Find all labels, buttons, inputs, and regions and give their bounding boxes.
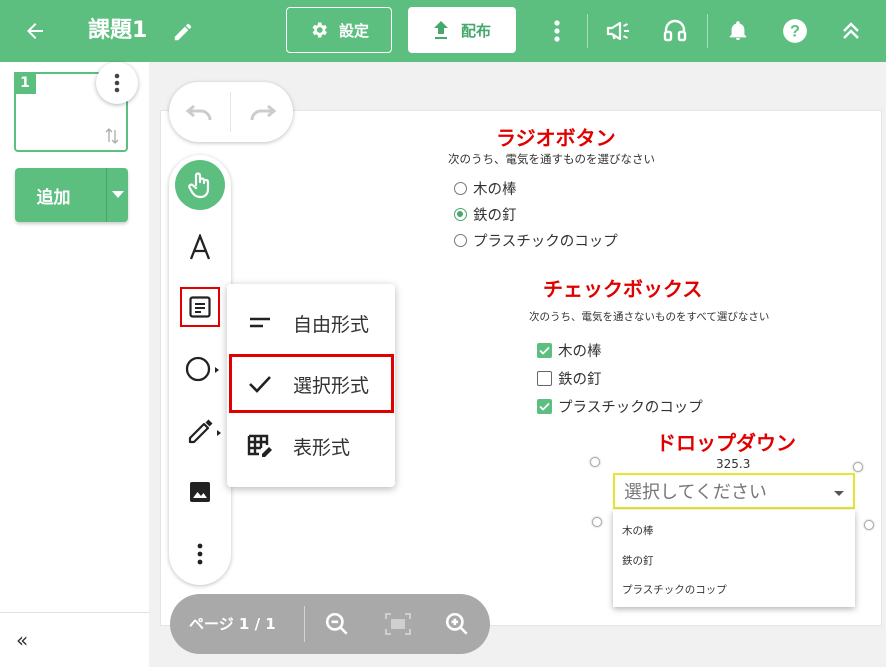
settings-button[interactable]: 設定 xyxy=(286,7,392,53)
page-indicator: ページ 1 / 1 xyxy=(189,615,276,633)
headset-icon[interactable] xyxy=(660,15,690,47)
dropdown-option[interactable]: 鉄の釘 xyxy=(622,553,654,568)
add-label: 追加 xyxy=(36,187,71,208)
dropdown-arrow-icon xyxy=(834,491,844,496)
radio-option[interactable]: プラスチックのコップ xyxy=(454,230,618,251)
radio-button[interactable] xyxy=(454,234,467,247)
checkbox-question: 次のうち、電気を通さないものをすべて選びなさい xyxy=(529,311,770,323)
page-number-badge: 1 xyxy=(14,72,36,94)
dropdown-options-list: 木の棒 鉄の釘 プラスチックのコップ xyxy=(613,510,855,607)
help-icon[interactable]: ? xyxy=(780,16,810,46)
toolbar-divider xyxy=(707,14,708,48)
gear-icon xyxy=(309,20,329,40)
table-edit-icon xyxy=(227,433,293,459)
zoom-divider xyxy=(304,606,305,642)
more-vertical-icon[interactable] xyxy=(542,16,572,46)
fit-screen-icon[interactable] xyxy=(384,612,412,640)
text-tool-icon[interactable] xyxy=(183,230,217,264)
dropdown-option[interactable]: 木の棒 xyxy=(622,523,654,538)
checkbox-option[interactable]: 鉄の釘 xyxy=(537,368,602,389)
radio-button[interactable] xyxy=(454,182,467,195)
radio-button-selected[interactable] xyxy=(454,208,467,221)
checkbox-option-label: プラスチックのコップ xyxy=(558,400,703,416)
radio-option-label: プラスチックのコップ xyxy=(473,234,618,250)
radio-option[interactable]: 鉄の釘 xyxy=(454,204,517,225)
dropdown-caret-icon[interactable] xyxy=(107,168,128,222)
toolbar-divider xyxy=(587,14,588,48)
zoom-in-icon[interactable] xyxy=(444,611,470,641)
shape-tool-icon[interactable] xyxy=(184,352,224,386)
collapse-up-icon[interactable] xyxy=(837,16,865,46)
form-tool-highlight xyxy=(180,287,220,327)
checkbox-option[interactable]: プラスチックのコップ xyxy=(537,396,703,417)
zoom-out-icon[interactable] xyxy=(324,611,350,641)
dropdown-placeholder: 選択してください xyxy=(624,482,767,503)
checkbox-heading: チェックボックス xyxy=(543,277,703,301)
edit-pencil-icon[interactable] xyxy=(168,17,198,47)
radio-question: 次のうち、電気を通すものを選びなさい xyxy=(448,152,655,166)
short-text-icon xyxy=(227,317,293,329)
page-sidebar xyxy=(0,62,149,667)
hand-pointer-icon xyxy=(188,171,212,199)
back-arrow-icon[interactable] xyxy=(20,16,50,46)
radio-option[interactable]: 木の棒 xyxy=(454,178,517,199)
pen-tool-icon[interactable] xyxy=(184,414,224,448)
dropdown-heading: ドロップダウン xyxy=(656,431,796,455)
radio-option-label: 鉄の釘 xyxy=(473,208,517,224)
top-app-bar: 課題1 設定 配布 ? xyxy=(0,0,886,62)
choice-form-highlight xyxy=(229,354,394,413)
resize-handle[interactable] xyxy=(590,457,600,467)
pointer-tool[interactable] xyxy=(175,160,225,210)
reorder-icon[interactable] xyxy=(104,126,120,150)
publish-label: 配布 xyxy=(460,21,491,40)
resize-handle[interactable] xyxy=(853,462,863,472)
undo-divider xyxy=(230,92,231,132)
menu-item-label: 表形式 xyxy=(293,436,351,459)
publish-button[interactable]: 配布 xyxy=(408,7,516,53)
checkbox-checked[interactable] xyxy=(537,343,552,358)
radio-option-label: 木の棒 xyxy=(473,182,517,198)
thumbnail-menu-button[interactable] xyxy=(96,62,138,104)
sidebar-divider xyxy=(0,612,149,613)
menu-item-label: 自由形式 xyxy=(293,313,370,336)
assignment-title: 課題1 xyxy=(88,18,148,43)
undo-redo-pill xyxy=(169,82,293,142)
dropdown-value-label: 325.3 xyxy=(716,457,751,471)
menu-item-free-form[interactable]: 自由形式 xyxy=(227,294,395,352)
collapse-sidebar-icon[interactable]: « xyxy=(16,628,28,652)
dropdown-select[interactable]: 選択してください xyxy=(613,473,855,509)
checkbox-option-label: 木の棒 xyxy=(558,344,602,360)
image-tool-icon[interactable] xyxy=(184,476,216,508)
redo-icon[interactable] xyxy=(247,102,277,126)
dropdown-option[interactable]: プラスチックのコップ xyxy=(622,582,727,597)
checkbox[interactable] xyxy=(537,371,552,386)
more-vertical-icon xyxy=(114,73,120,93)
checkbox-option-label: 鉄の釘 xyxy=(558,372,602,388)
resize-handle[interactable] xyxy=(592,517,602,527)
checkbox-option[interactable]: 木の棒 xyxy=(537,340,602,361)
bell-icon[interactable] xyxy=(724,16,752,46)
menu-item-table-form[interactable]: 表形式 xyxy=(227,417,395,475)
settings-label: 設定 xyxy=(338,21,369,40)
svg-text:?: ? xyxy=(790,23,800,41)
undo-icon[interactable] xyxy=(185,102,215,126)
add-page-button[interactable]: 追加 xyxy=(15,168,128,222)
radio-heading: ラジオボタン xyxy=(496,126,616,150)
announcement-icon[interactable] xyxy=(603,16,635,46)
upload-icon xyxy=(433,21,449,39)
more-tools-icon[interactable] xyxy=(184,538,216,570)
checkbox-checked[interactable] xyxy=(537,399,552,414)
resize-handle[interactable] xyxy=(864,520,874,530)
